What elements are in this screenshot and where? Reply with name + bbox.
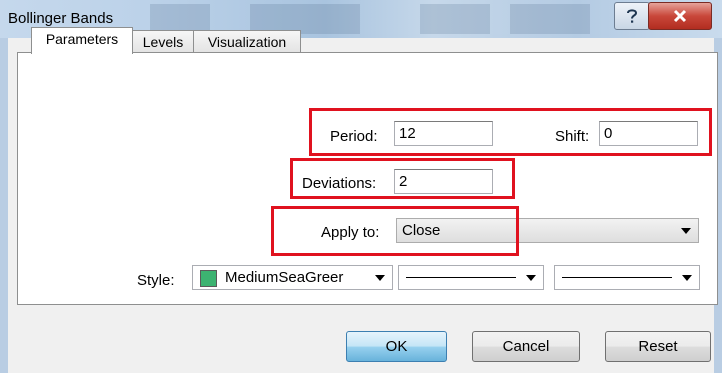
style-line-style-select[interactable] bbox=[398, 265, 544, 290]
chevron-down-icon bbox=[375, 275, 385, 281]
chevron-down-icon bbox=[682, 275, 692, 281]
tab-parameters[interactable]: Parameters bbox=[31, 27, 133, 54]
tab-label: Levels bbox=[142, 34, 184, 50]
highlight-period-shift bbox=[309, 108, 712, 156]
background-chart-ghost bbox=[420, 4, 490, 34]
style-color-select[interactable]: MediumSeaGreer bbox=[192, 265, 393, 290]
style-label: Style: bbox=[137, 272, 175, 289]
chevron-down-icon bbox=[526, 275, 536, 281]
highlight-deviations bbox=[290, 158, 515, 199]
help-button[interactable] bbox=[614, 2, 650, 30]
close-button[interactable] bbox=[648, 2, 712, 30]
tab-levels[interactable]: Levels bbox=[131, 30, 195, 53]
style-line-width-select[interactable] bbox=[554, 265, 700, 290]
tab-label: Visualization bbox=[207, 34, 287, 50]
help-icon bbox=[627, 9, 638, 23]
style-color-name: MediumSeaGreer bbox=[225, 269, 344, 286]
highlight-apply-to bbox=[271, 206, 519, 256]
window-title: Bollinger Bands bbox=[8, 10, 114, 27]
chevron-down-icon bbox=[681, 228, 691, 234]
tab-visualization[interactable]: Visualization bbox=[193, 30, 301, 53]
close-icon bbox=[673, 9, 687, 23]
line-style-icon bbox=[406, 277, 516, 278]
background-chart-ghost bbox=[510, 4, 590, 34]
reset-button[interactable]: Reset bbox=[605, 331, 711, 362]
ok-button[interactable]: OK bbox=[346, 331, 447, 362]
line-width-icon bbox=[562, 277, 672, 278]
tab-label: Parameters bbox=[45, 31, 119, 47]
color-swatch bbox=[200, 270, 217, 287]
cancel-button[interactable]: Cancel bbox=[472, 331, 580, 362]
